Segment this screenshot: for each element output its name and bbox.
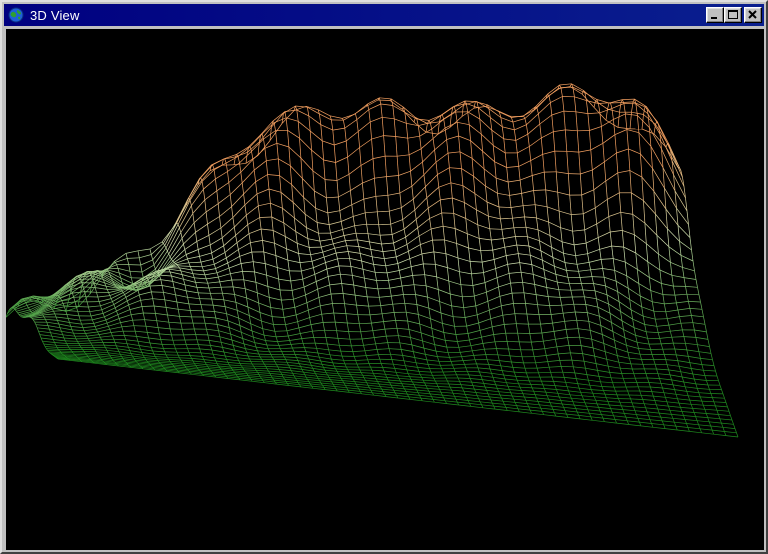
minimize-button[interactable]	[706, 7, 724, 23]
maximize-icon	[728, 10, 738, 19]
minimize-icon	[711, 17, 717, 19]
title-buttons	[706, 7, 762, 23]
window-title: 3D View	[30, 7, 80, 23]
close-icon	[748, 10, 757, 19]
terrain-mesh-lines	[6, 83, 739, 438]
terrain-wireframe[interactable]	[6, 29, 764, 550]
3d-viewport[interactable]	[6, 29, 764, 550]
close-button[interactable]	[744, 7, 762, 23]
maximize-button[interactable]	[724, 7, 742, 23]
title-bar[interactable]: 3D View	[4, 4, 764, 26]
app-window: 3D View	[0, 0, 768, 554]
globe-icon	[7, 6, 25, 24]
